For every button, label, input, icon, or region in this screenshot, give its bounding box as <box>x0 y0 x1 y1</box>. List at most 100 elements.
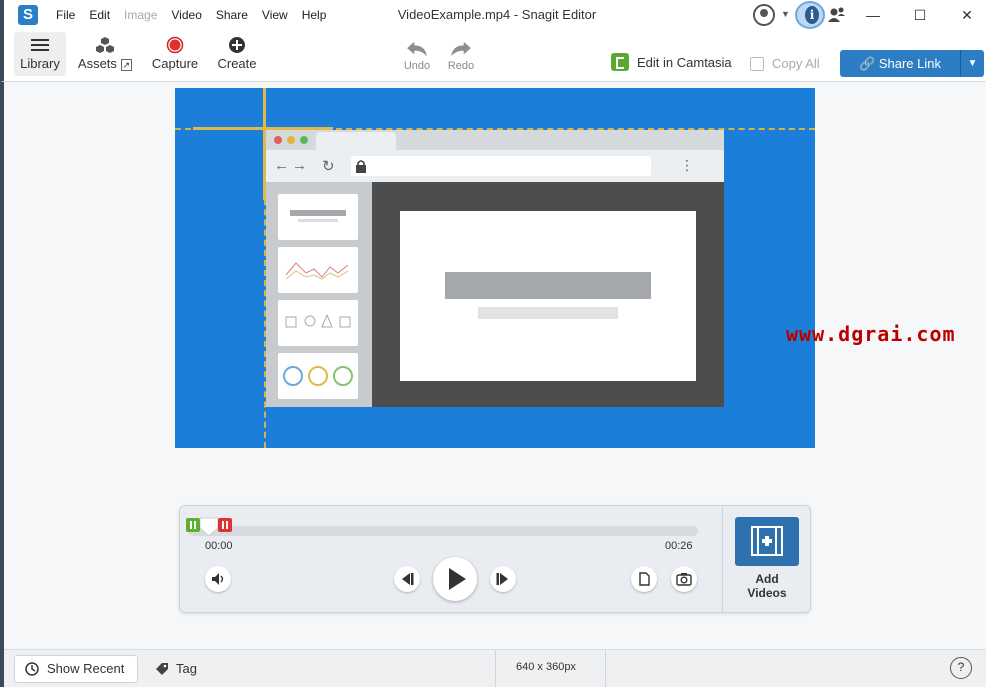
duration-time: 00:26 <box>665 540 693 552</box>
forward-arrow-icon: → <box>292 157 307 174</box>
camera-snapshot-button[interactable] <box>671 566 697 592</box>
redo-label: Redo <box>447 60 475 72</box>
add-videos-label[interactable]: Add Videos <box>728 572 806 600</box>
video-preview[interactable]: ← → ↻ ⋮ <box>175 88 815 448</box>
timeline-track[interactable] <box>188 526 698 536</box>
browser-mockup-graphic: ← → ↻ ⋮ <box>266 130 724 407</box>
status-separator <box>495 650 496 687</box>
maximize-button[interactable]: ☐ <box>897 0 943 30</box>
snagit-logo-icon: S <box>18 5 38 25</box>
camera-icon <box>676 573 692 586</box>
green-dot-icon <box>300 136 308 144</box>
film-add-icon <box>751 526 783 556</box>
play-button[interactable] <box>433 557 477 601</box>
chevron-down-icon: ▼ <box>967 58 978 69</box>
show-recent-label: Show Recent <box>47 661 125 676</box>
undo-button[interactable]: Undo <box>398 36 436 80</box>
slide-subtitle-placeholder <box>478 307 618 319</box>
browser-tab-graphic <box>316 132 396 150</box>
menu-file[interactable]: File <box>56 8 75 22</box>
red-dot-icon <box>274 136 282 144</box>
external-link-icon: ↗ <box>120 59 133 71</box>
link-icon: 🔗 <box>859 56 876 71</box>
info-icon[interactable] <box>795 1 825 29</box>
menu-share[interactable]: Share <box>216 8 248 22</box>
slide-stage <box>372 182 724 407</box>
undo-label: Undo <box>403 60 431 72</box>
step-forward-icon <box>496 573 508 585</box>
hamburger-icon <box>31 39 49 51</box>
document-icon <box>639 572 650 586</box>
reload-icon: ↻ <box>322 158 335 175</box>
redo-icon <box>451 41 471 57</box>
speaker-icon <box>212 573 224 585</box>
menu-view[interactable]: View <box>262 8 288 22</box>
menu-help[interactable]: Help <box>302 8 327 22</box>
menu-bar: File Edit Image Video Share View Help <box>56 8 340 22</box>
close-button[interactable]: ✕ <box>944 0 986 30</box>
edit-in-camtasia-button[interactable]: Edit in Camtasia <box>611 53 732 71</box>
thumbnail-title-slide <box>278 194 358 240</box>
capture-label: Capture <box>151 56 199 71</box>
tag-icon <box>156 663 168 675</box>
library-label: Library <box>20 56 60 71</box>
assets-label: Assets ↗ <box>74 56 136 71</box>
camtasia-icon <box>611 53 629 71</box>
add-videos-line2: Videos <box>747 586 787 600</box>
thumbnail-donut-charts <box>278 353 358 399</box>
add-videos-line1: Add <box>755 572 779 586</box>
assets-button[interactable]: Assets ↗ <box>74 32 136 76</box>
people-icon[interactable] <box>828 7 846 23</box>
yellow-dot-icon <box>287 136 295 144</box>
volume-button[interactable] <box>205 566 231 592</box>
slide-thumbnails-panel <box>266 182 372 407</box>
redo-button[interactable]: Redo <box>442 36 480 80</box>
share-link-button[interactable]: 🔗 Share Link ▼ <box>840 50 984 77</box>
menu-edit[interactable]: Edit <box>89 8 110 22</box>
browser-address-row: ← → ↻ ⋮ <box>266 150 724 182</box>
trim-start-handle[interactable] <box>186 518 200 532</box>
record-icon <box>166 36 184 54</box>
capture-button[interactable]: Capture <box>145 32 205 76</box>
save-frame-button[interactable] <box>631 566 657 592</box>
thumbnail-icons <box>278 300 358 346</box>
lock-icon <box>356 160 366 173</box>
minimize-button[interactable]: — <box>850 0 896 30</box>
player-divider <box>722 506 723 612</box>
step-forward-button[interactable] <box>490 566 516 592</box>
back-arrow-icon: ← <box>274 157 289 174</box>
canvas-dimensions: 640 x 360px <box>516 661 576 673</box>
toolbar: Library Assets ↗ Capture Create Undo Red… <box>0 30 986 82</box>
show-recent-button[interactable]: Show Recent <box>14 655 138 683</box>
tag-button[interactable]: Tag <box>154 661 197 676</box>
playhead-marker[interactable] <box>200 516 218 536</box>
copy-icon <box>750 56 764 71</box>
history-clock-icon <box>25 662 39 676</box>
share-link-main[interactable]: 🔗 Share Link <box>840 50 960 77</box>
slide-title-placeholder <box>445 272 651 299</box>
title-bar: S File Edit Image Video Share View Help … <box>0 0 986 30</box>
guide-handle-vertical <box>263 88 266 200</box>
cubes-icon <box>96 37 114 53</box>
create-button[interactable]: Create <box>209 32 265 76</box>
user-account-icon[interactable] <box>753 4 775 26</box>
browser-tabstrip <box>266 130 724 150</box>
share-link-dropdown[interactable]: ▼ <box>960 50 984 77</box>
copy-all-button: Copy All <box>750 56 820 71</box>
trim-end-handle[interactable] <box>218 518 232 532</box>
add-videos-button[interactable] <box>735 517 799 566</box>
library-button[interactable]: Library <box>14 32 66 76</box>
chevron-down-icon[interactable]: ▼ <box>781 9 790 19</box>
status-separator <box>605 650 606 687</box>
copy-all-label: Copy All <box>772 56 820 71</box>
undo-icon <box>407 41 427 57</box>
edit-in-camtasia-label: Edit in Camtasia <box>637 54 732 70</box>
plus-circle-icon <box>229 37 245 53</box>
address-bar-graphic <box>351 156 651 176</box>
help-button[interactable]: ? <box>950 657 972 679</box>
menu-video[interactable]: Video <box>171 8 201 22</box>
video-player-controls: 00:00 00:26 Add Videos <box>179 505 811 613</box>
create-label: Create <box>217 56 257 71</box>
step-back-button[interactable] <box>394 566 420 592</box>
slide-graphic <box>400 211 696 381</box>
